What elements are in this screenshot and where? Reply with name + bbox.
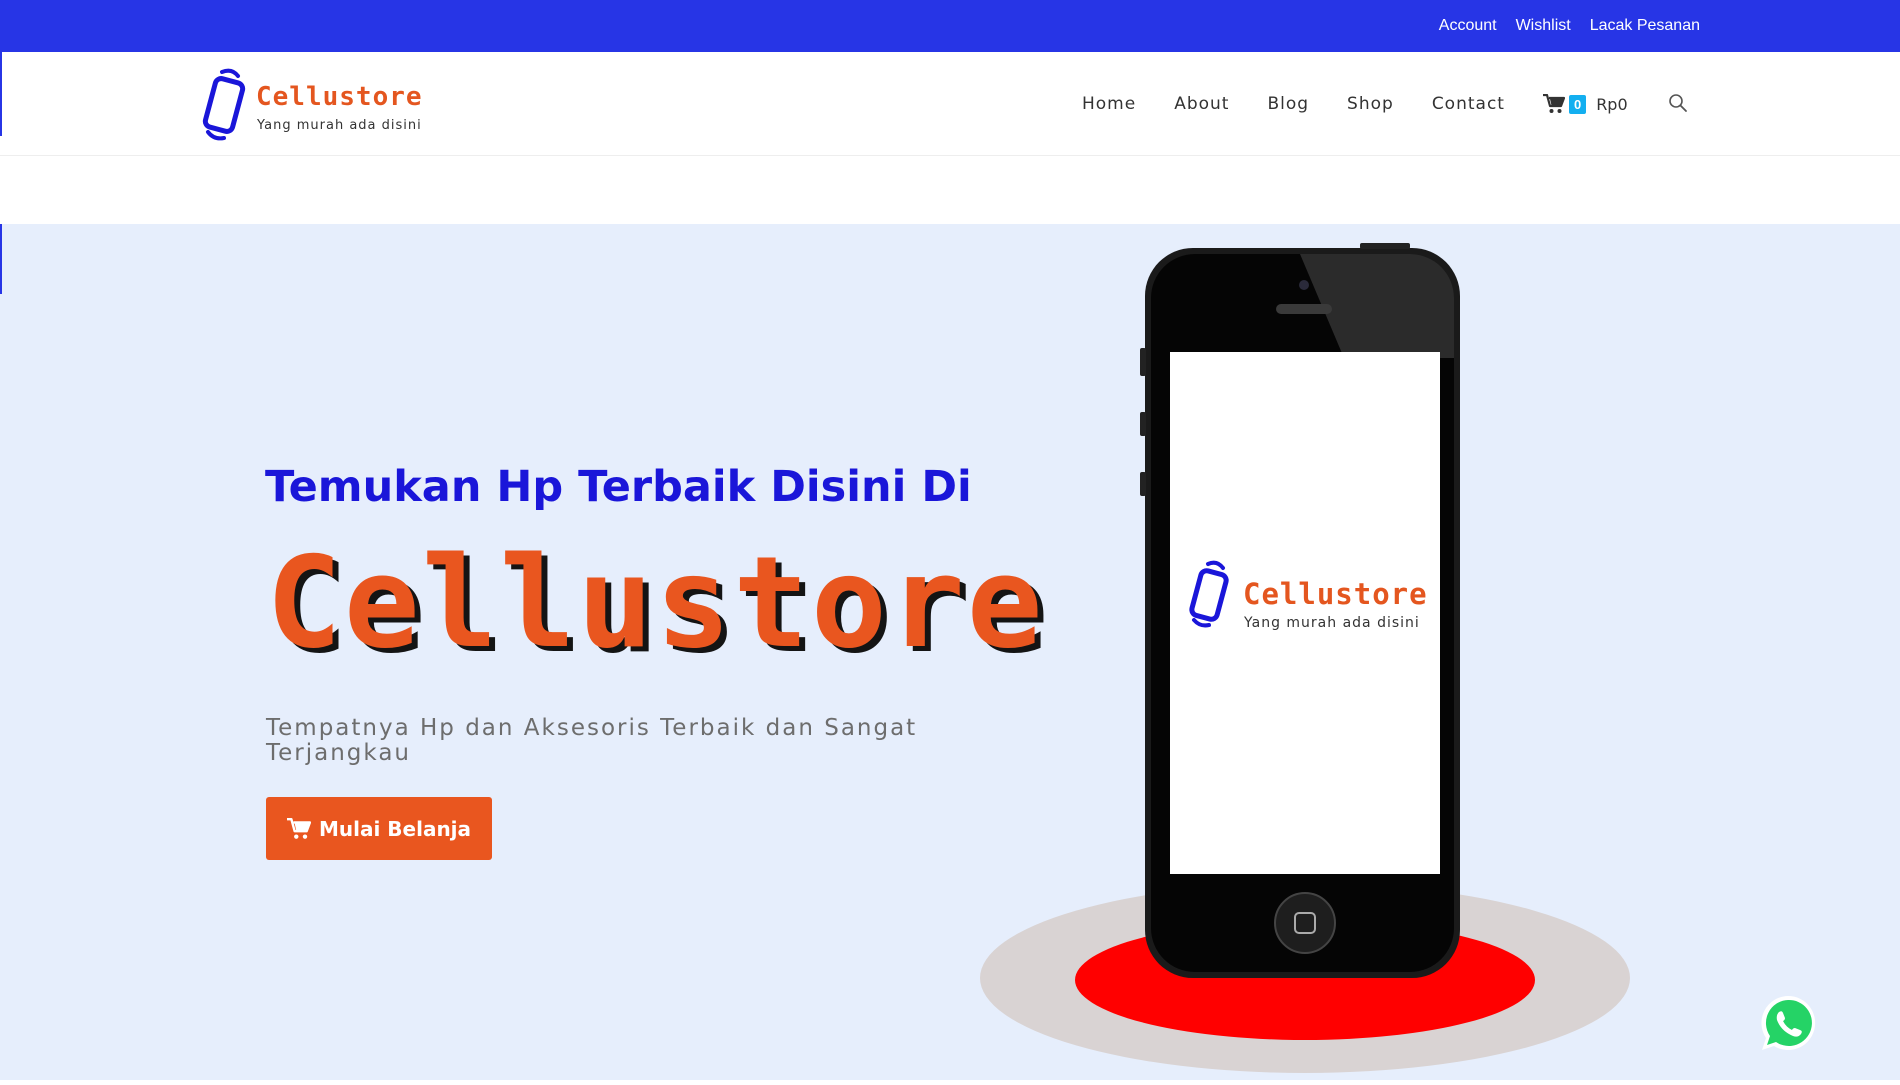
nav-contact[interactable]: Contact (1432, 94, 1505, 114)
cart-icon (286, 817, 311, 839)
account-link[interactable]: Account (1439, 17, 1497, 35)
screen-logo-tagline: Yang murah ada disini (1243, 615, 1420, 631)
front-camera (1299, 280, 1309, 290)
hero-phone-illustration: Cellustore Yang murah ada disini (970, 240, 1650, 1080)
top-bar-links: Account Wishlist Lacak Pesanan (1439, 0, 1700, 52)
top-bar: Account Wishlist Lacak Pesanan (0, 0, 1900, 52)
search-icon (1668, 94, 1687, 112)
wishlist-link[interactable]: Wishlist (1516, 17, 1571, 35)
screen-logo-name: Cellustore (1243, 577, 1428, 611)
hero-brand-title: Cellustore (266, 529, 1045, 676)
phone-screen (1170, 352, 1440, 874)
start-shopping-button[interactable]: Mulai Belanja (266, 797, 492, 860)
cart-count-badge: 0 (1568, 94, 1587, 114)
nav-home[interactable]: Home (1082, 94, 1136, 114)
nav-shop[interactable]: Shop (1347, 94, 1394, 114)
speaker (1276, 304, 1332, 314)
hero-left-edge-line (0, 224, 2, 294)
main-nav: Home About Blog Shop Contact 0 Rp0 (1082, 52, 1690, 156)
start-shopping-label: Mulai Belanja (318, 816, 472, 841)
logo-name: Cellustore (256, 82, 423, 112)
home-button (1274, 892, 1336, 954)
hero-subtitle: Temukan Hp Terbaik Disini Di (265, 462, 972, 512)
nav-blog[interactable]: Blog (1267, 94, 1309, 114)
hero-description: Tempatnya Hp dan Aksesoris Terbaik dan S… (266, 715, 918, 766)
nav-about[interactable]: About (1174, 94, 1229, 114)
left-edge-line (0, 52, 2, 136)
whatsapp-icon (1761, 995, 1816, 1050)
cart-total: Rp0 (1596, 94, 1628, 114)
site-logo[interactable]: Cellustore Yang murah ada disini (200, 64, 430, 144)
logo-tagline: Yang murah ada disini (257, 118, 422, 133)
cart-icon (1542, 94, 1565, 113)
search-button[interactable] (1668, 93, 1690, 115)
phone-logo-icon (202, 68, 246, 141)
phone-illustration-svg: Cellustore Yang murah ada disini (980, 243, 1630, 1073)
track-order-link[interactable]: Lacak Pesanan (1590, 17, 1700, 35)
whatsapp-button[interactable] (1757, 992, 1819, 1054)
cart-widget[interactable]: 0 Rp0 (1542, 94, 1628, 114)
